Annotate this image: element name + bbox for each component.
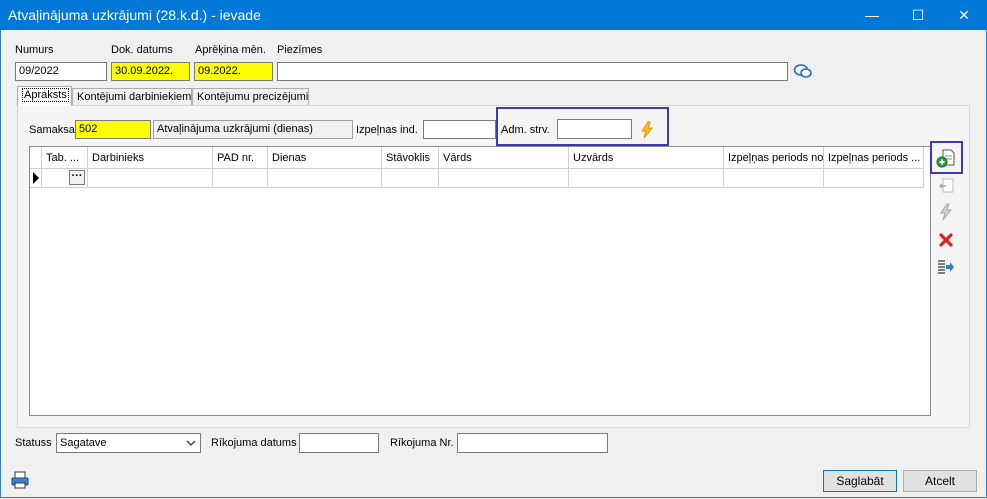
delete-x-icon — [939, 233, 953, 247]
statuss-value: Sagatave — [60, 437, 107, 449]
dok-datums-label: Dok. datums — [111, 44, 173, 56]
column-header-stavoklis[interactable]: Stāvoklis — [382, 147, 439, 169]
tab-kontejumi-darbiniekiem[interactable]: Kontējumi darbiniekiem — [72, 88, 192, 105]
column-header-dienas[interactable]: Dienas — [268, 147, 382, 169]
column-header-tab[interactable]: Tab. ... — [42, 147, 88, 169]
samaksa-code-input[interactable]: 502 — [75, 120, 151, 139]
column-header-izpelnas-periods-lidz[interactable]: Izpeļnas periods ... — [824, 147, 924, 169]
table-cell[interactable] — [213, 169, 268, 188]
numurs-input[interactable]: 09/2022 — [15, 62, 107, 81]
column-header-darbinieks[interactable]: Darbinieks — [88, 147, 213, 169]
aprekina-men-input[interactable]: 09.2022. — [194, 62, 273, 81]
piezimes-input[interactable] — [277, 62, 788, 81]
lightning-disabled-icon — [940, 203, 953, 221]
copy-row-button[interactable] — [933, 174, 959, 198]
comments-icon[interactable] — [793, 62, 813, 80]
statuss-label: Statuss — [15, 437, 52, 449]
adm-strv-input[interactable] — [557, 119, 632, 139]
column-header-vards[interactable]: Vārds — [439, 147, 569, 169]
numurs-label: Numurs — [15, 44, 54, 56]
title-bar: Atvaļinājuma uzkrājumi (28.k.d.) - ievad… — [0, 0, 987, 30]
save-button[interactable]: Saglabāt — [823, 470, 897, 492]
rikojuma-nr-input[interactable] — [457, 433, 608, 453]
copy-back-icon — [939, 178, 954, 193]
maximize-button[interactable]: ☐ — [895, 0, 941, 30]
dok-datums-input[interactable]: 30.09.2022. — [111, 62, 190, 81]
samaksa-label: Samaksa — [29, 124, 75, 136]
close-button[interactable]: ✕ — [941, 0, 987, 30]
tab-kontejumu-precizejumi[interactable]: Kontējumu precizējumi — [192, 88, 309, 105]
minimize-button[interactable]: — — [849, 0, 895, 30]
rikojuma-datums-input[interactable] — [299, 433, 379, 453]
import-button[interactable] — [933, 255, 959, 279]
rikojuma-nr-label: Rīkojuma Nr. — [390, 437, 454, 449]
printer-icon — [11, 471, 29, 489]
chevron-down-icon — [186, 440, 196, 446]
row-indicator — [30, 169, 42, 188]
close-icon: ✕ — [958, 6, 970, 23]
generate-button[interactable] — [933, 200, 959, 224]
row-indicator-header — [30, 147, 42, 169]
table-cell[interactable] — [88, 169, 213, 188]
table-cell[interactable] — [569, 169, 724, 188]
aprekina-men-label: Aprēķina mēn. — [195, 44, 266, 56]
table-cell[interactable] — [724, 169, 824, 188]
column-header-uzvards[interactable]: Uzvārds — [569, 147, 724, 169]
maximize-icon: ☐ — [911, 6, 925, 23]
table-cell[interactable] — [824, 169, 924, 188]
add-row-button[interactable] — [933, 146, 959, 170]
samaksa-name-field: Atvaļinājuma uzkrājumi (dienas) — [153, 120, 353, 139]
izpelnas-ind-input[interactable] — [423, 120, 496, 139]
cancel-button[interactable]: Atcelt — [903, 470, 977, 492]
table-cell[interactable] — [382, 169, 439, 188]
delete-row-button[interactable] — [933, 228, 959, 252]
print-button[interactable] — [10, 470, 30, 490]
ellipsis-button[interactable]: ··· — [69, 170, 85, 185]
add-document-icon — [936, 149, 955, 168]
lightning-icon[interactable] — [639, 121, 655, 139]
statuss-select[interactable]: Sagatave — [56, 433, 201, 453]
column-header-izpelnas-periods-no[interactable]: Izpeļņas periods no — [724, 147, 824, 169]
tab-apraksts[interactable]: Apraksts — [17, 86, 72, 106]
minimize-icon: — — [865, 7, 879, 23]
table-cell-tab[interactable]: ··· — [42, 169, 88, 188]
table-cell[interactable] — [439, 169, 569, 188]
piezimes-label: Piezīmes — [277, 44, 323, 56]
column-header-pad-nr[interactable]: PAD nr. — [213, 147, 268, 169]
table-cell[interactable] — [268, 169, 382, 188]
izpelnas-ind-label: Izpeļnas ind. — [356, 124, 418, 136]
employees-grid[interactable]: Tab. ... Darbinieks PAD nr. Dienas Stāvo… — [29, 146, 931, 416]
rikojuma-datums-label: Rīkojuma datums — [211, 437, 297, 449]
list-arrow-icon — [938, 260, 954, 274]
adm-strv-label: Adm. strv. — [501, 124, 550, 136]
window-title: Atvaļinājuma uzkrājumi (28.k.d.) - ievad… — [8, 7, 261, 23]
